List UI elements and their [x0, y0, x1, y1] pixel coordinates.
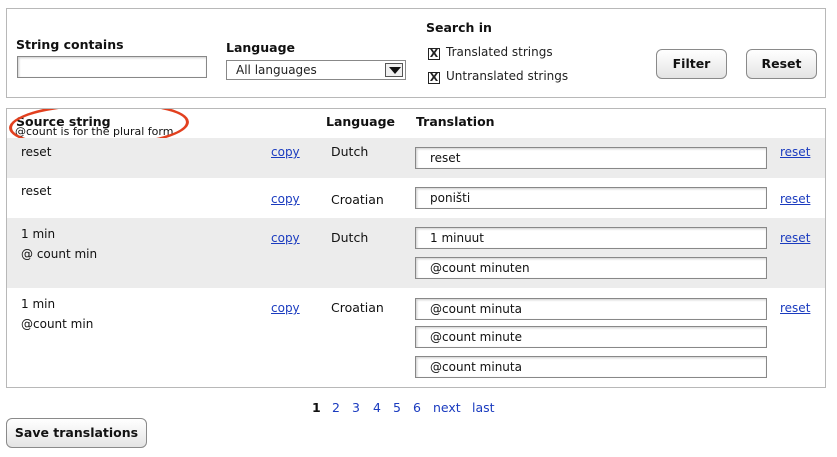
untranslated-strings-option[interactable]: X Untranslated strings — [428, 69, 568, 84]
pager-page-link[interactable]: 2 — [332, 400, 340, 415]
table-row: 1 min @ count min copy Dutch 1 minuut @c… — [7, 218, 825, 288]
translation-header: Translation — [416, 114, 495, 129]
copy-link[interactable]: copy — [271, 192, 300, 206]
language-header: Language — [326, 114, 396, 129]
reset-link[interactable]: reset — [780, 145, 810, 159]
row-language: Croatian — [331, 300, 384, 315]
translation-input-plural[interactable]: @count minute — [415, 326, 767, 348]
copy-link[interactable]: copy — [271, 145, 300, 159]
string-contains-input[interactable] — [17, 56, 207, 78]
untranslated-strings-checkbox[interactable]: X — [428, 72, 440, 84]
filter-panel: String contains Language All languages S… — [6, 8, 826, 98]
reset-link[interactable]: reset — [780, 231, 810, 245]
pager-last-link[interactable]: last — [472, 400, 495, 415]
pager-page-link[interactable]: 5 — [393, 400, 401, 415]
pager-page-link[interactable]: 3 — [352, 400, 360, 415]
source-text: 1 min — [21, 297, 56, 311]
chevron-down-icon[interactable] — [385, 63, 403, 77]
copy-link[interactable]: copy — [271, 301, 300, 315]
table-row: reset copy Croatian poništi reset — [7, 178, 825, 218]
pager-page-link[interactable]: 4 — [373, 400, 381, 415]
string-contains-label: String contains — [16, 37, 124, 52]
pager-next-link[interactable]: next — [433, 400, 461, 415]
source-text: reset — [21, 145, 52, 159]
untranslated-strings-label: Untranslated strings — [446, 69, 569, 83]
table-row: reset copy Dutch reset reset — [7, 138, 825, 178]
pager-current-page: 1 — [312, 400, 321, 415]
translation-input-plural[interactable]: @count minuten — [415, 257, 767, 279]
source-text-plural: @ count min — [21, 247, 98, 261]
translation-input[interactable]: 1 minuut — [415, 227, 767, 249]
language-label: Language — [226, 40, 296, 55]
translated-strings-checkbox[interactable]: X — [428, 48, 440, 60]
reset-link[interactable]: reset — [780, 301, 810, 315]
translation-input[interactable]: reset — [415, 147, 767, 169]
pager-page-link[interactable]: 6 — [413, 400, 421, 415]
reset-link[interactable]: reset — [780, 192, 810, 206]
language-select-value: All languages — [236, 63, 317, 77]
copy-link[interactable]: copy — [271, 231, 300, 245]
translation-input-plural[interactable]: @count minuta — [415, 356, 767, 378]
translated-strings-label: Translated strings — [446, 45, 553, 59]
translations-table: Source string @count is for the plural f… — [6, 108, 826, 388]
translation-input[interactable]: @count minuta — [415, 298, 767, 320]
search-in-label: Search in — [426, 20, 492, 35]
row-language: Dutch — [331, 144, 369, 159]
translated-strings-option[interactable]: X Translated strings — [428, 45, 553, 60]
source-text-plural: @count min — [21, 317, 94, 331]
filter-button[interactable]: Filter — [656, 49, 727, 79]
language-select[interactable]: All languages — [226, 60, 406, 80]
table-row: 1 min @count min copy Croatian @count mi… — [7, 288, 825, 387]
reset-button[interactable]: Reset — [746, 49, 817, 79]
source-text: 1 min — [21, 227, 56, 241]
row-language: Croatian — [331, 192, 384, 207]
row-language: Dutch — [331, 230, 369, 245]
source-text: reset — [21, 184, 52, 198]
translation-input[interactable]: poništi — [415, 187, 767, 209]
save-translations-button[interactable]: Save translations — [6, 418, 147, 448]
